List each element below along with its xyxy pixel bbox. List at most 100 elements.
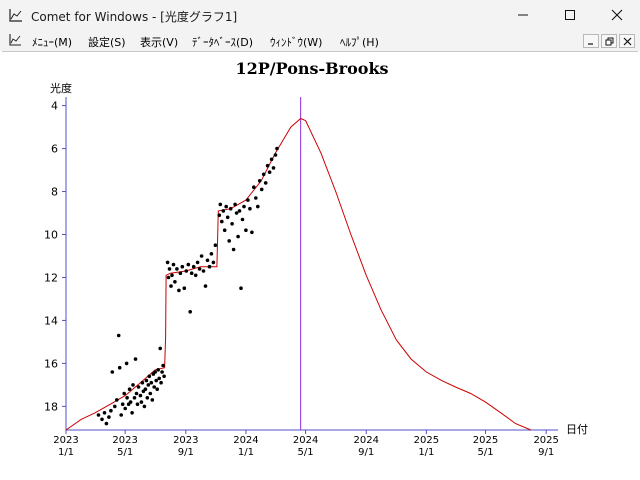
observation-point bbox=[130, 411, 134, 415]
restore-icon bbox=[605, 37, 614, 46]
menu-item-menu[interactable]: ﾒﾆｭｰ(M) bbox=[32, 34, 72, 50]
x-tick-date-label: 9/1 bbox=[178, 447, 194, 458]
observation-point bbox=[207, 264, 212, 269]
child-restore-button[interactable] bbox=[601, 34, 617, 48]
x-tick-year-label: 2025 bbox=[473, 435, 498, 446]
observation-point bbox=[227, 239, 231, 243]
y-tick-label: 18 bbox=[44, 400, 58, 413]
observation-point bbox=[175, 267, 179, 271]
observation-point bbox=[254, 196, 258, 200]
minimize-button[interactable] bbox=[500, 0, 546, 31]
observation-point bbox=[263, 181, 268, 185]
close-icon bbox=[623, 37, 632, 46]
maximize-button[interactable] bbox=[547, 0, 593, 31]
observation-point bbox=[267, 170, 272, 174]
document-chart-icon[interactable] bbox=[8, 33, 22, 47]
observation-point bbox=[205, 258, 210, 263]
observation-point bbox=[188, 310, 192, 314]
chart-app-icon bbox=[9, 9, 22, 22]
observation-point bbox=[228, 206, 233, 211]
menu-item-view[interactable]: 表示(V) bbox=[140, 34, 178, 50]
menu-item-database[interactable]: ﾃﾞｰﾀﾍﾞｰｽ(D) bbox=[192, 34, 253, 50]
observation-points bbox=[96, 146, 279, 426]
observation-point bbox=[217, 213, 222, 217]
observation-point bbox=[136, 385, 141, 389]
observation-point bbox=[150, 398, 155, 402]
observation-point bbox=[171, 262, 176, 267]
observation-point bbox=[143, 387, 148, 392]
observation-point bbox=[248, 206, 252, 211]
close-icon bbox=[611, 9, 623, 21]
observation-point bbox=[138, 393, 143, 398]
observation-point bbox=[178, 271, 183, 275]
observation-point bbox=[184, 269, 189, 273]
observation-point bbox=[273, 153, 278, 157]
x-tick-year-label: 2024 bbox=[233, 435, 258, 446]
observation-point bbox=[156, 368, 160, 372]
observation-point bbox=[158, 346, 162, 351]
observation-point bbox=[240, 217, 245, 222]
observation-point bbox=[170, 273, 174, 278]
observation-point bbox=[116, 333, 121, 338]
observation-point bbox=[193, 273, 198, 278]
observation-point bbox=[154, 378, 158, 383]
x-tick-date-label: 9/1 bbox=[538, 447, 554, 458]
observation-point bbox=[199, 254, 204, 258]
title-bar: Comet for Windows - [光度グラフ1] bbox=[0, 0, 640, 31]
observation-point bbox=[271, 166, 276, 170]
observation-point bbox=[134, 391, 139, 396]
child-close-button[interactable] bbox=[619, 34, 635, 48]
x-tick-date-label: 5/1 bbox=[117, 447, 133, 458]
light-curve-chart: 12P/Pons-Brooks 光度 日付 468101214161820231… bbox=[44, 59, 588, 458]
y-tick-label: 8 bbox=[51, 186, 58, 199]
observation-point bbox=[186, 262, 191, 267]
observation-point bbox=[149, 380, 154, 385]
observation-point bbox=[269, 157, 274, 162]
x-tick-year-label: 2024 bbox=[354, 435, 379, 446]
chart-title: 12P/Pons-Brooks bbox=[235, 59, 388, 78]
observation-point bbox=[197, 267, 202, 271]
minimize-icon bbox=[588, 43, 593, 45]
x-tick-date-label: 1/1 bbox=[58, 447, 74, 458]
x-tick-year-label: 2023 bbox=[53, 435, 78, 446]
observation-point bbox=[195, 260, 200, 265]
y-tick-label: 10 bbox=[44, 228, 58, 241]
observation-point bbox=[222, 228, 227, 232]
menu-item-settings[interactable]: 設定(S) bbox=[88, 34, 126, 50]
observation-point bbox=[234, 211, 239, 215]
observation-point bbox=[120, 402, 125, 407]
child-minimize-button[interactable] bbox=[583, 34, 599, 48]
chart-window: 12P/Pons-Brooks 光度 日付 4 6 8 10 12 14 16 18 2023 1… bbox=[2, 51, 638, 478]
observation-point bbox=[147, 374, 152, 379]
observation-point bbox=[221, 209, 226, 213]
observation-point bbox=[128, 400, 133, 404]
observation-point bbox=[177, 288, 181, 293]
observation-point bbox=[155, 387, 159, 392]
menu-item-help[interactable]: ﾍﾙﾌﾟ(H) bbox=[340, 34, 379, 50]
y-tick-label: 6 bbox=[51, 143, 58, 156]
observation-point bbox=[157, 376, 161, 381]
observation-point bbox=[100, 417, 104, 422]
observation-point bbox=[211, 260, 216, 265]
observation-point bbox=[261, 172, 266, 177]
maximize-icon bbox=[565, 10, 575, 20]
close-button[interactable] bbox=[594, 0, 640, 31]
observation-point bbox=[133, 357, 138, 361]
observation-point bbox=[153, 370, 157, 374]
observation-point bbox=[246, 198, 250, 202]
menu-item-window[interactable]: ｳｨﾝﾄﾞｳ(W) bbox=[270, 34, 322, 50]
observation-point bbox=[125, 396, 129, 400]
observation-point bbox=[257, 179, 262, 183]
observation-point bbox=[191, 264, 196, 269]
observation-point bbox=[148, 391, 153, 396]
observation-point bbox=[96, 413, 101, 417]
observation-point bbox=[231, 247, 236, 252]
x-tick-year-label: 2023 bbox=[173, 435, 198, 446]
observation-point bbox=[142, 404, 147, 409]
observation-point bbox=[189, 271, 194, 275]
observation-point bbox=[119, 413, 123, 417]
observation-point bbox=[239, 286, 243, 290]
minimize-icon bbox=[518, 14, 528, 16]
predicted-curve-line bbox=[65, 117, 532, 431]
x-tick-date-label: 5/1 bbox=[477, 447, 493, 458]
